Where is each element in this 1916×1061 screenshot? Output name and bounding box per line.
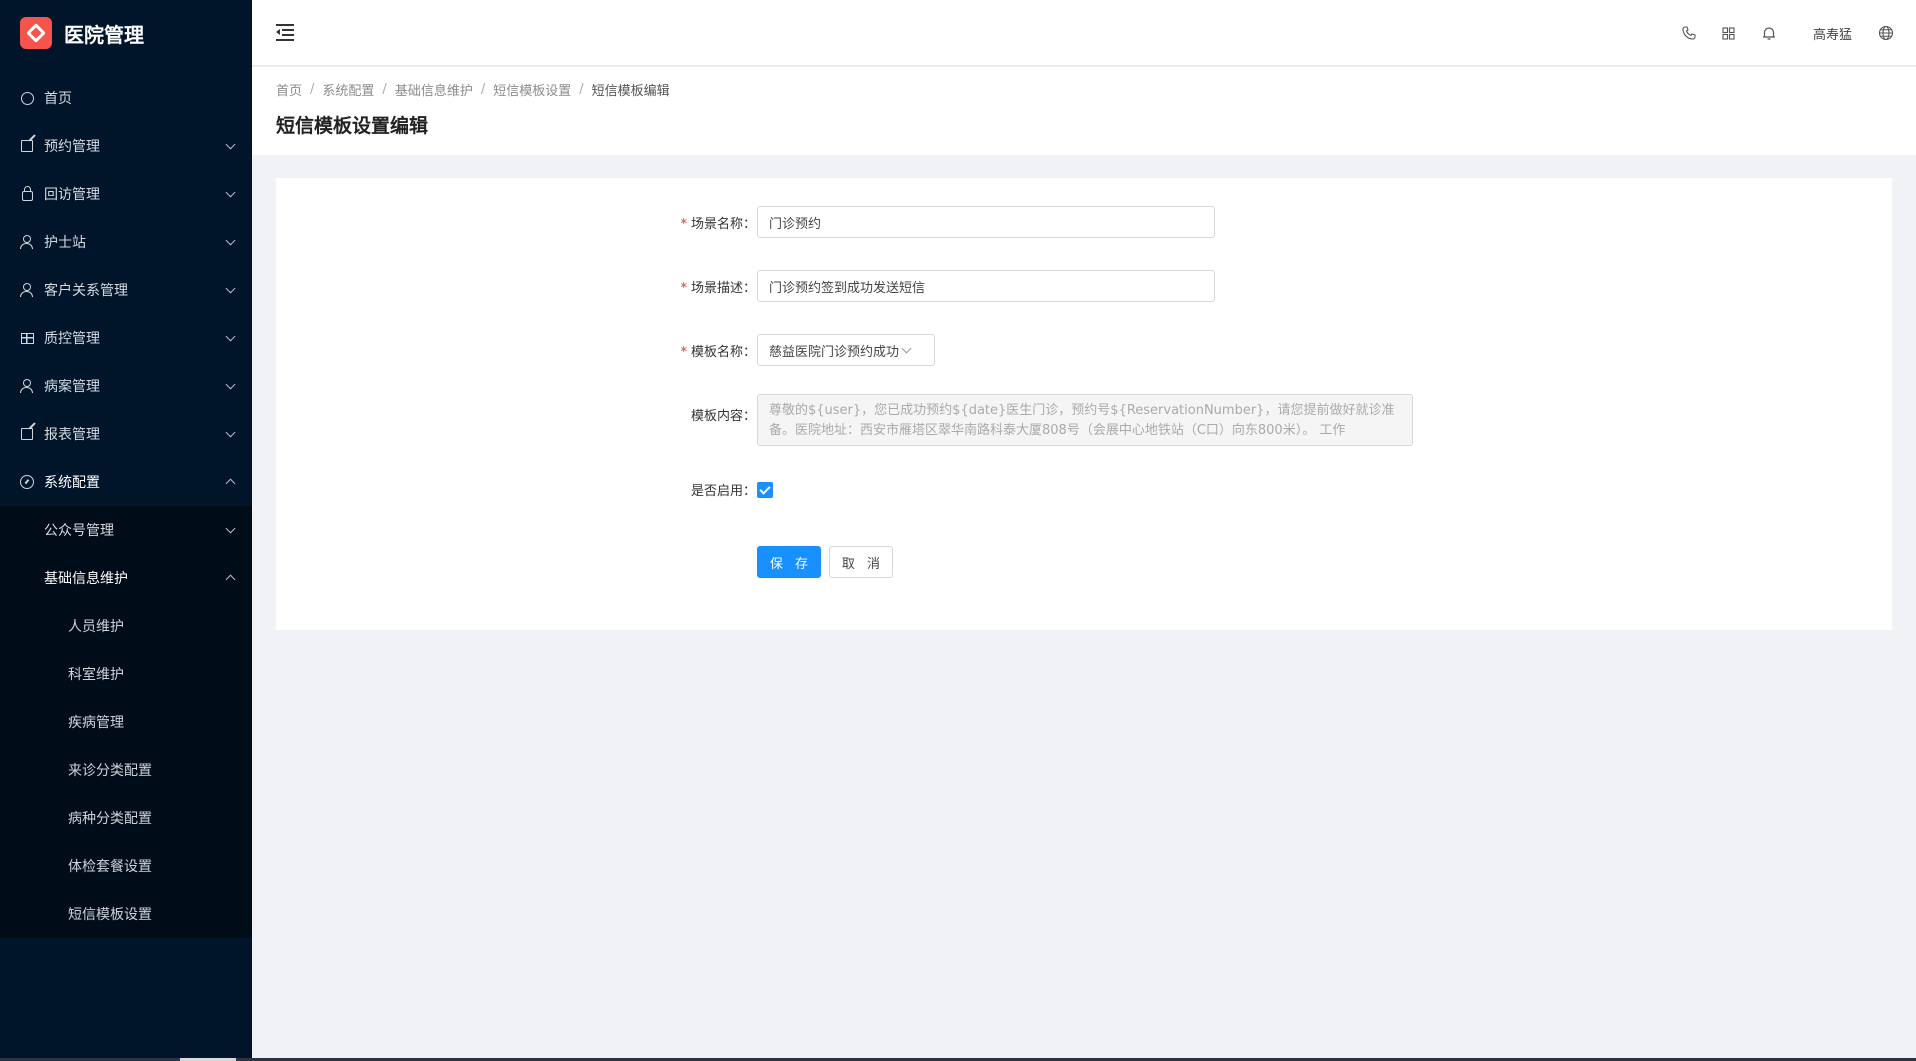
scene-desc-label: * 场景描述： <box>680 281 756 296</box>
top-header: 高寿猛 <box>252 0 1916 66</box>
template-content-textarea[interactable]: 尊敬的${user}，您已成功预约${date}医生门诊，预约号${Reserv… <box>757 394 1413 446</box>
sidebar-item-diseases[interactable]: 疾病管理 <box>0 698 252 746</box>
chevron-down-icon <box>225 187 236 197</box>
chevron-down-icon <box>225 139 236 149</box>
enabled-label: 是否启用： <box>690 484 756 499</box>
user-icon <box>20 379 34 393</box>
chevron-down-icon <box>901 343 912 353</box>
template-content-label: 模板内容： <box>690 409 756 424</box>
dashboard-icon <box>20 475 34 489</box>
sidebar-item-followup[interactable]: 回访管理 <box>0 170 252 218</box>
breadcrumb-separator: / <box>310 81 315 97</box>
sidebar-item-medical-records[interactable]: 病案管理 <box>0 362 252 410</box>
template-name-select[interactable]: 慈益医院门诊预约成功 <box>757 334 935 366</box>
header-tools: 高寿猛 <box>1669 0 1906 66</box>
chevron-up-icon <box>225 478 236 489</box>
sidebar-item-reports[interactable]: 报表管理 <box>0 410 252 458</box>
sidebar-item-basic-info[interactable]: 基础信息维护 <box>0 554 252 602</box>
edit-icon <box>20 139 34 153</box>
page-title: 短信模板设置编辑 <box>276 115 429 137</box>
grid-icon[interactable] <box>1709 13 1749 53</box>
menu-fold-icon[interactable] <box>276 24 294 41</box>
sidebar-item-disease-category[interactable]: 病种分类配置 <box>0 794 252 842</box>
breadcrumb-system-config[interactable]: 系统配置 <box>322 80 374 99</box>
breadcrumb: 首页 / 系统配置 / 基础信息维护 / 短信模板设置 / 短信模板编辑 <box>276 79 1892 99</box>
required-mark: * <box>680 217 687 232</box>
edit-icon <box>20 427 34 441</box>
globe-icon[interactable] <box>1866 13 1906 53</box>
breadcrumb-separator: / <box>579 81 584 97</box>
sidebar-item-crm[interactable]: 客户关系管理 <box>0 266 252 314</box>
scene-name-input[interactable]: 门诊预约 <box>757 206 1215 238</box>
sidebar-item-quality-control[interactable]: 质控管理 <box>0 314 252 362</box>
lock-icon <box>20 185 34 201</box>
breadcrumb-home[interactable]: 首页 <box>276 80 302 99</box>
sidebar-item-sms-template[interactable]: 短信模板设置 <box>0 890 252 938</box>
form-card: * 场景名称： 门诊预约 * 场景描述： 门诊预约签到成功发送短信 * 模板名称： 慈… <box>276 178 1892 630</box>
chevron-down-icon <box>225 235 236 245</box>
phone-icon[interactable] <box>1669 13 1709 53</box>
logo[interactable]: 医院管理 <box>0 0 252 66</box>
chevron-down-icon <box>225 379 236 389</box>
system-config-submenu: 公众号管理 基础信息维护 人员维护 科室维护 疾病管理 来诊分类配置 病种分类配… <box>0 506 252 938</box>
sidebar-item-nurse-station[interactable]: 护士站 <box>0 218 252 266</box>
breadcrumb-current: 短信模板编辑 <box>591 83 670 99</box>
chevron-up-icon <box>225 574 236 585</box>
sidebar-item-system-config[interactable]: 系统配置 <box>0 458 252 506</box>
username[interactable]: 高寿猛 <box>1813 24 1852 43</box>
sidebar-item-staff[interactable]: 人员维护 <box>0 602 252 650</box>
scene-name-label: * 场景名称： <box>680 217 756 232</box>
required-mark: * <box>680 345 687 360</box>
sidebar-item-checkup-package[interactable]: 体检套餐设置 <box>0 842 252 890</box>
breadcrumb-sms-template[interactable]: 短信模板设置 <box>493 80 571 99</box>
bell-icon[interactable] <box>1749 13 1789 53</box>
breadcrumb-separator: / <box>382 81 387 97</box>
chevron-down-icon <box>225 427 236 437</box>
save-button[interactable]: 保 存 <box>757 546 821 578</box>
sidebar-item-visit-category[interactable]: 来诊分类配置 <box>0 746 252 794</box>
template-name-label: * 模板名称： <box>680 345 756 360</box>
user-icon <box>20 235 34 249</box>
table-icon <box>20 331 34 345</box>
page-header: 首页 / 系统配置 / 基础信息维护 / 短信模板设置 / 短信模板编辑 短信模… <box>252 67 1916 155</box>
user-icon <box>20 283 34 297</box>
sidebar-item-departments[interactable]: 科室维护 <box>0 650 252 698</box>
chevron-down-icon <box>225 523 236 533</box>
home-icon <box>20 91 34 105</box>
cancel-button[interactable]: 取 消 <box>829 546 893 578</box>
sidebar-item-wechat-account[interactable]: 公众号管理 <box>0 506 252 554</box>
sidebar-item-appointment[interactable]: 预约管理 <box>0 122 252 170</box>
side-menu: 首页 预约管理 回访管理 护士站 客户关系管理 质控管理 病案管理 报表管理 系… <box>0 74 252 938</box>
app-title: 医院管理 <box>64 22 144 47</box>
chevron-down-icon <box>225 331 236 341</box>
breadcrumb-basic-info[interactable]: 基础信息维护 <box>395 80 473 99</box>
scene-desc-input[interactable]: 门诊预约签到成功发送短信 <box>757 270 1215 302</box>
chevron-down-icon <box>225 283 236 293</box>
sidebar: 医院管理 首页 预约管理 回访管理 护士站 客户关系管理 质控管理 病案管理 报… <box>0 0 252 1061</box>
required-mark: * <box>680 281 687 296</box>
enabled-checkbox[interactable] <box>757 482 773 498</box>
hospital-logo-icon <box>20 17 52 49</box>
sidebar-item-home[interactable]: 首页 <box>0 74 252 122</box>
breadcrumb-separator: / <box>480 81 486 97</box>
